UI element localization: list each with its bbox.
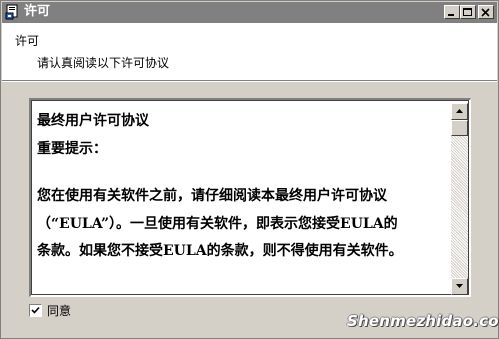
close-icon — [481, 8, 490, 17]
license-textbox[interactable]: 最终用户许可协议 重要提示： 您在使用有关软件之前，请仔细阅读本最终用户许可协议… — [29, 98, 471, 297]
vertical-scrollbar[interactable] — [451, 103, 468, 295]
license-line: （“EULA”）。一旦使用有关软件，即表示您接受EULA的 — [37, 216, 398, 232]
divider — [2, 80, 497, 82]
watermark: Shenmezhidao.com — [347, 312, 499, 330]
agree-label[interactable]: 同意 — [47, 303, 71, 319]
license-line: 您在使用有关软件之前，请仔细阅读本最终用户许可协议 — [37, 188, 387, 204]
checkmark-icon — [31, 306, 40, 314]
license-line: 重要提示： — [37, 141, 107, 157]
close-button[interactable] — [478, 5, 494, 19]
agree-checkbox[interactable] — [29, 304, 42, 317]
license-line: 条款。如果您不接受EULA的条款，则不得使用有关软件。 — [37, 243, 403, 259]
installer-icon — [5, 4, 21, 20]
license-line: 最终用户许可协议 — [37, 113, 149, 129]
maximize-icon — [463, 8, 472, 16]
maximize-button[interactable] — [460, 5, 476, 19]
license-dialog: 许可 许可 请认真阅读以下许可协议 最终用户许可协议 重要提示： 您在使用有关软… — [0, 0, 499, 339]
arrow-down-icon — [456, 284, 463, 288]
minimize-icon — [448, 14, 454, 16]
arrow-up-icon — [456, 109, 463, 113]
page-subtitle: 请认真阅读以下许可协议 — [37, 56, 170, 70]
header-panel: 许可 请认真阅读以下许可协议 — [2, 23, 497, 80]
scroll-thumb[interactable] — [451, 120, 468, 136]
minimize-button[interactable] — [444, 5, 460, 19]
title-bar[interactable]: 许可 — [2, 2, 497, 23]
scroll-down-button[interactable] — [451, 278, 468, 295]
page-title: 许可 — [15, 34, 40, 48]
scroll-up-button[interactable] — [451, 103, 468, 120]
license-text[interactable]: 最终用户许可协议 重要提示： 您在使用有关软件之前，请仔细阅读本最终用户许可协议… — [34, 103, 449, 294]
window-title: 许可 — [24, 4, 51, 19]
